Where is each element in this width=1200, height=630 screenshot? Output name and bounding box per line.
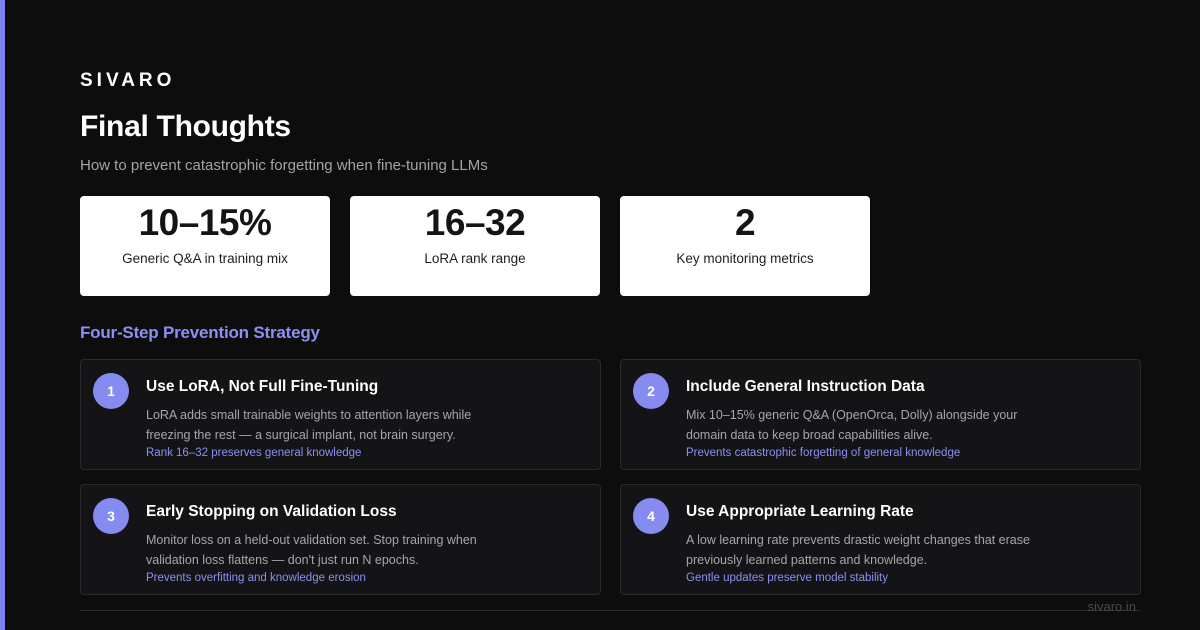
step-description: Mix 10–15% generic Q&A (OpenOrca, Dolly)… (686, 408, 1018, 442)
step-description: Monitor loss on a held-out validation se… (146, 533, 477, 567)
step-card-4: 4 Use Appropriate Learning Rate A low le… (620, 484, 1141, 595)
step-card-2: 2 Include General Instruction Data Mix 1… (620, 359, 1141, 470)
footer-divider (80, 610, 1140, 611)
brand-logo: SIVARO (80, 70, 176, 91)
footer-url: sivaro.in (1087, 599, 1136, 614)
section-heading: Four-Step Prevention Strategy (80, 323, 320, 342)
step-note: Prevents catastrophic forgetting of gene… (686, 447, 961, 459)
step-card-1: 1 Use LoRA, Not Full Fine-Tuning LoRA ad… (80, 359, 601, 470)
accent-bar (0, 0, 5, 630)
stats-row: 10–15% Generic Q&A in training mix 16–32… (80, 196, 870, 296)
stat-label: Generic Q&A in training mix (122, 251, 288, 266)
stat-value: 2 (734, 202, 756, 243)
step-number-badge: 2 (633, 373, 669, 409)
step-title: Use LoRA, Not Full Fine-Tuning (146, 378, 379, 395)
step-number-badge: 3 (93, 498, 129, 534)
steps-grid: 1 Use LoRA, Not Full Fine-Tuning LoRA ad… (80, 359, 1141, 595)
stat-card-lora-rank: 16–32 LoRA rank range (350, 196, 600, 296)
step-title: Early Stopping on Validation Loss (146, 503, 397, 520)
stat-label: Key monitoring metrics (676, 251, 814, 266)
step-number-badge: 1 (93, 373, 129, 409)
step-note: Rank 16–32 preserves general knowledge (146, 447, 362, 459)
page-title: Final Thoughts (80, 110, 291, 143)
step-note: Gentle updates preserve model stability (686, 572, 888, 584)
step-card-3: 3 Early Stopping on Validation Loss Moni… (80, 484, 601, 595)
step-description: A low learning rate prevents drastic wei… (686, 533, 1030, 567)
stat-card-monitoring-metrics: 2 Key monitoring metrics (620, 196, 870, 296)
step-note: Prevents overfitting and knowledge erosi… (146, 572, 366, 584)
page-subtitle: How to prevent catastrophic forgetting w… (80, 157, 488, 174)
stat-value: 10–15% (138, 202, 272, 243)
step-title: Use Appropriate Learning Rate (686, 503, 914, 520)
step-description: LoRA adds small trainable weights to att… (146, 408, 472, 442)
step-number-badge: 4 (633, 498, 669, 534)
stat-card-generic-qa: 10–15% Generic Q&A in training mix (80, 196, 330, 296)
step-title: Include General Instruction Data (686, 378, 925, 395)
stat-label: LoRA rank range (424, 251, 526, 266)
stat-value: 16–32 (424, 202, 526, 243)
